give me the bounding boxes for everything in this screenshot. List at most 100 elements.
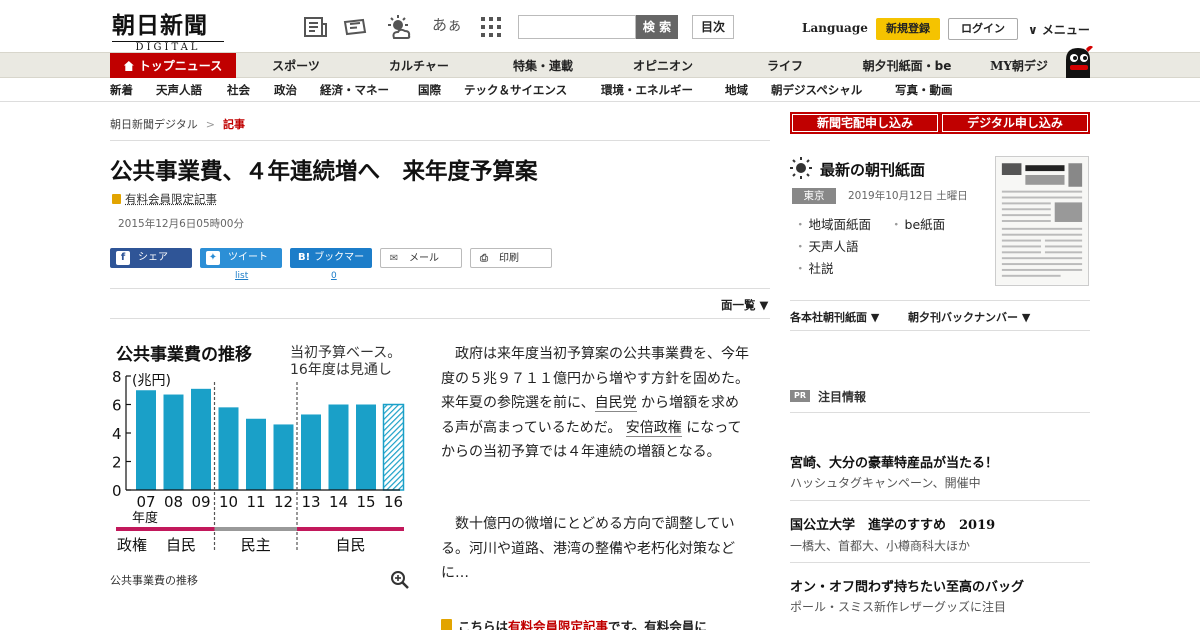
chart-regime-band: [297, 527, 404, 531]
mail-button[interactable]: ✉ メール: [380, 248, 462, 268]
nav-tenseijingo[interactable]: 天声人語: [156, 78, 202, 102]
article-date: 2015年12月6日05時00分: [118, 218, 244, 230]
chart-x-tick-label: 08: [164, 493, 183, 511]
facebook-icon: f: [116, 251, 130, 265]
divider: [110, 288, 770, 289]
nav-photo[interactable]: 写真・動画: [895, 78, 953, 102]
nav-economy[interactable]: 経済・マネー: [320, 78, 389, 102]
delivery-signup-button[interactable]: 新聞宅配申し込み: [790, 112, 940, 134]
lock-icon: [112, 194, 121, 204]
hatena-bookmark-button[interactable]: B! ブックマーク: [290, 248, 372, 283]
promo-headline[interactable]: 宮崎、大分の豪華特産品が当たる！: [790, 452, 998, 471]
nav-opinion[interactable]: オピニオン: [620, 53, 706, 79]
facebook-share-button[interactable]: f シェア: [110, 248, 192, 268]
twitter-share-button[interactable]: ✦ ツイート: [200, 248, 282, 268]
breadcrumb-home[interactable]: 朝日新聞デジタル: [110, 118, 198, 131]
latest-paper-title[interactable]: 最新の朝刊紙面: [820, 159, 925, 180]
print-icon: ⎙: [480, 253, 488, 264]
hatena-count[interactable]: 0: [331, 271, 337, 281]
link-be-paper[interactable]: be紙面: [890, 214, 946, 233]
link-abe-seiken[interactable]: 安倍政権: [625, 419, 682, 437]
chart-regime-label: 自民: [166, 536, 196, 554]
nav-features[interactable]: 特集・連載: [500, 53, 586, 79]
nav-paper[interactable]: 朝夕刊紙面・be: [852, 53, 962, 79]
nav-special[interactable]: 朝デジスペシャル: [771, 78, 862, 102]
chart-bar: [191, 388, 211, 490]
font-size-icon[interactable]: あぁ: [432, 14, 462, 35]
paywall-link[interactable]: 有料会員限定記事: [508, 619, 608, 630]
chart-y-tick-label: 0: [112, 482, 122, 500]
chart-bar: [136, 390, 156, 490]
nav-tech[interactable]: テック＆サイエンス: [464, 78, 567, 102]
nav-label: トップニュース: [138, 59, 223, 73]
toc-button[interactable]: 目次: [692, 15, 734, 39]
twitter-count[interactable]: list: [235, 271, 248, 281]
link-tenseijingo[interactable]: 天声人語: [794, 236, 859, 255]
nav-region[interactable]: 地域: [725, 78, 748, 102]
nav-society[interactable]: 社会: [227, 78, 250, 102]
paid-member-label[interactable]: 有料会員限定記事: [125, 192, 217, 206]
home-icon: [123, 61, 134, 71]
secondary-nav: 新着 天声人語 社会 政治 経済・マネー 国際 テック＆サイエンス 環境・エネル…: [0, 78, 1200, 102]
weather-icon[interactable]: [386, 14, 412, 40]
language-link[interactable]: Language: [802, 21, 868, 35]
chart[interactable]: 公共事業費の推移 当初予算ベース。 16年度は見通し (兆円) 8 6 4 2 0 07…: [110, 336, 410, 558]
hatena-icon: B!: [298, 252, 311, 263]
nav-politics[interactable]: 政治: [274, 78, 297, 102]
grid-menu-icon[interactable]: [478, 14, 504, 40]
chart-bar: [356, 404, 376, 490]
share-label: シェア: [138, 252, 168, 263]
paper-date: 2019年10月12日 土曜日: [848, 190, 968, 202]
print-button[interactable]: ⎙ 印刷: [470, 248, 552, 268]
paid-member-badge: 有料会員限定記事: [112, 191, 217, 207]
site-logo[interactable]: 朝日新聞 DIGITAL: [112, 6, 228, 54]
menu-button[interactable]: ∨ メニュー: [1028, 21, 1090, 38]
notice-heading: 注目情報: [818, 390, 867, 404]
ticket-icon[interactable]: [342, 14, 368, 40]
chart-x-tick-label: 14: [329, 493, 348, 511]
print-label: 印刷: [499, 253, 519, 264]
chart-regime-label: 民主: [241, 536, 271, 554]
newspaper-icon[interactable]: [302, 14, 328, 40]
chart-y-tick-label: 2: [112, 454, 122, 472]
chart-regime-band: [214, 527, 297, 531]
page-list-dropdown[interactable]: 面一覧 ▼: [721, 297, 768, 313]
nav-culture[interactable]: カルチャー: [376, 53, 462, 79]
promo-subtext: ポール・スミス新作レザーグッズに注目: [790, 600, 1007, 614]
divider: [790, 412, 1090, 413]
chart-bar: [328, 404, 349, 490]
regional-paper-select[interactable]: 各本社朝刊紙面 ▼: [790, 309, 879, 325]
breadcrumb-separator: >: [205, 118, 215, 131]
newspaper-thumbnail[interactable]: [995, 156, 1089, 286]
nav-my-asadigi[interactable]: MY朝デジ: [980, 53, 1058, 79]
link-editorial[interactable]: 社説: [794, 258, 834, 277]
search-input[interactable]: [518, 15, 636, 39]
chart-subtitle-2: 16年度は見通し: [290, 362, 392, 378]
digital-signup-button[interactable]: デジタル申し込み: [940, 112, 1090, 134]
search-button[interactable]: 検 索: [636, 15, 678, 39]
divider: [790, 500, 1090, 501]
chart-regime-label: 政権: [117, 536, 147, 554]
register-button[interactable]: 新規登録: [876, 18, 940, 40]
nav-latest[interactable]: 新着: [110, 78, 133, 102]
article-paragraph-1: 政府は来年度当初予算案の公共事業費を、今年度の５兆９７１１億円から増やす方針を固…: [441, 342, 753, 465]
nav-international[interactable]: 国際: [418, 78, 441, 102]
backnumber-select[interactable]: 朝夕刊バックナンバー ▼: [908, 309, 1030, 325]
link-jiminto[interactable]: 自民党: [594, 395, 637, 412]
nav-life[interactable]: ライフ: [750, 53, 820, 79]
zoom-icon[interactable]: [390, 570, 410, 590]
nav-environment[interactable]: 環境・エネルギー: [601, 78, 693, 102]
article-title: 公共事業費、４年連続増へ 来年度予算案: [110, 159, 538, 185]
chart-bar: [301, 414, 321, 490]
chart-x-tick-label: 11: [246, 493, 265, 511]
promo-subtext: ハッシュタグキャンペーン、開催中: [790, 476, 981, 490]
promo-headline[interactable]: 国公立大学 進学のすすめ 2019: [790, 514, 995, 533]
chart-bar: [163, 394, 184, 490]
nav-sports[interactable]: スポーツ: [258, 53, 334, 79]
login-button[interactable]: ログイン: [948, 18, 1018, 40]
link-regional-paper[interactable]: 地域面紙面: [794, 214, 872, 233]
chart-x-tick-label: 13: [301, 493, 320, 511]
lock-icon: [441, 619, 452, 630]
promo-headline[interactable]: オン・オフ問わず持ちたい至高のバッグ: [790, 576, 1024, 595]
nav-top-news[interactable]: トップニュース: [110, 53, 236, 79]
